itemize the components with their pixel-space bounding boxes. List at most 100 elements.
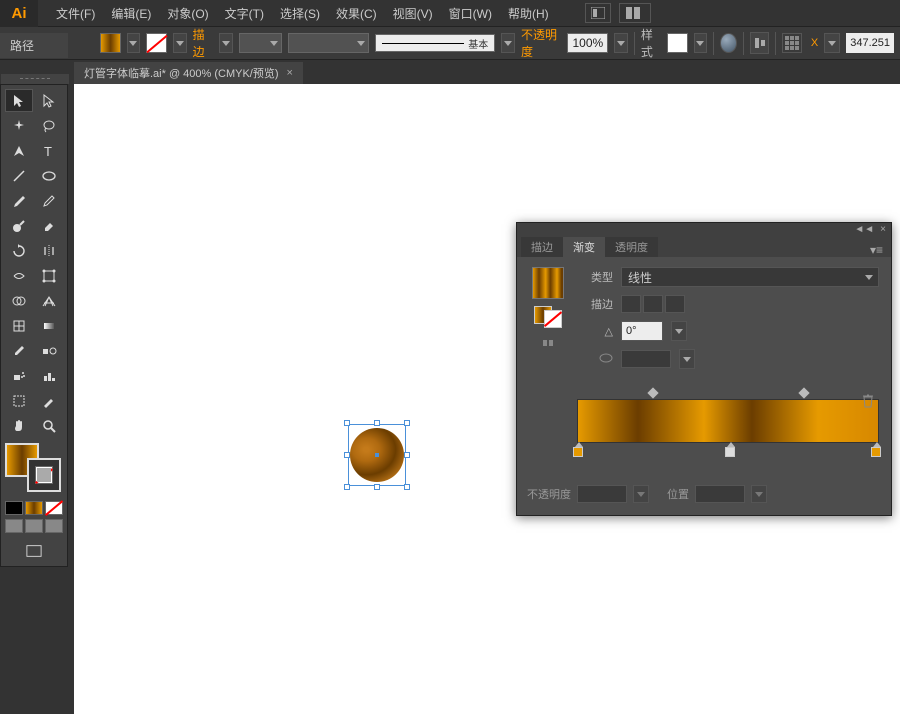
doc-layout-icon[interactable] [585,3,611,23]
color-mode-gradient[interactable] [25,501,43,515]
var-width-profile-dropdown[interactable] [288,33,369,53]
color-mode-solid[interactable] [5,501,23,515]
paintbrush-tool[interactable] [5,189,33,212]
gradient-fillstroke-toggle[interactable] [534,306,562,328]
stop-opacity-input[interactable] [577,485,627,503]
stop-opacity-arrow[interactable] [633,485,649,503]
resize-handle[interactable] [404,484,410,490]
coord-x-input[interactable]: 347.251 [846,33,894,53]
resize-handle[interactable] [344,484,350,490]
gradient-stop[interactable] [725,445,737,457]
gradient-bar[interactable] [577,399,879,443]
eyedropper-tool[interactable] [5,339,33,362]
stroke-indicator[interactable] [27,458,61,492]
stop-location-input[interactable] [695,485,745,503]
direct-selection-tool[interactable] [35,89,63,112]
gradient-slider[interactable] [577,377,879,475]
stroke-grad-along-button[interactable] [643,295,663,313]
menu-type[interactable]: 文字(T) [217,5,272,22]
recolor-icon[interactable] [720,33,737,53]
menu-edit[interactable]: 编辑(E) [103,5,159,22]
stroke-weight-dropdown[interactable] [239,33,283,53]
menu-effect[interactable]: 效果(C) [328,5,385,22]
opacity-label[interactable]: 不透明度 [521,26,561,60]
menu-view[interactable]: 视图(V) [385,5,441,22]
fill-swatch-arrow[interactable] [127,33,141,53]
draw-mode-normal[interactable] [5,519,23,533]
stroke-grad-within-button[interactable] [621,295,641,313]
toolbox-grip[interactable] [1,74,69,84]
stroke-swatch-arrow[interactable] [173,33,187,53]
slice-tool[interactable] [35,389,63,412]
symbol-sprayer-tool[interactable] [5,364,33,387]
reflect-tool[interactable] [35,239,63,262]
menu-file[interactable]: 文件(F) [48,5,103,22]
gradient-preview-swatch[interactable] [532,267,564,299]
resize-handle[interactable] [404,452,410,458]
stroke-grad-across-button[interactable] [665,295,685,313]
brush-dropdown-arrow[interactable] [501,33,515,53]
menu-window[interactable]: 窗口(W) [441,5,500,22]
resize-handle[interactable] [374,484,380,490]
stroke-label[interactable]: 描边 [193,26,213,60]
blob-brush-tool[interactable] [5,214,33,237]
coord-x-stepper[interactable] [824,33,840,53]
opacity-arrow[interactable] [614,33,628,53]
gradient-stroke-swatch[interactable] [544,310,562,328]
panel-collapse-icon[interactable]: ◄◄ [854,224,874,235]
color-mode-none[interactable] [45,501,63,515]
style-swatch[interactable] [667,33,688,53]
selected-circle-object[interactable] [348,424,406,486]
tab-gradient[interactable]: 渐变 [563,237,605,257]
selection-tool[interactable] [5,89,33,112]
pen-tool[interactable] [5,139,33,162]
panel-header[interactable]: ◄◄ × [517,223,891,235]
blend-tool[interactable] [35,339,63,362]
resize-handle[interactable] [344,420,350,426]
delete-stop-icon[interactable] [861,393,875,409]
line-tool[interactable] [5,164,33,187]
resize-handle[interactable] [374,420,380,426]
document-tab[interactable]: 灯管字体临摹.ai* @ 400% (CMYK/预览) × [74,62,303,84]
tab-stroke[interactable]: 描边 [521,237,563,257]
aspect-arrow[interactable] [679,349,695,369]
zoom-tool[interactable] [35,414,63,437]
stop-location-arrow[interactable] [751,485,767,503]
transform-ref-point[interactable] [782,33,802,53]
tab-transparency[interactable]: 透明度 [605,237,658,257]
perspective-grid-tool[interactable] [35,289,63,312]
mesh-tool[interactable] [5,314,33,337]
close-icon[interactable]: × [287,67,293,79]
gradient-tool[interactable] [35,314,63,337]
free-transform-tool[interactable] [35,264,63,287]
gradient-stop[interactable] [573,445,585,457]
rotate-tool[interactable] [5,239,33,262]
menu-object[interactable]: 对象(O) [159,5,216,22]
midpoint-diamond[interactable] [648,387,659,398]
gradient-stop[interactable] [871,445,883,457]
align-button[interactable] [750,32,769,54]
draw-mode-behind[interactable] [25,519,43,533]
angle-arrow[interactable] [671,321,687,341]
gradient-type-select[interactable]: 线性 [621,267,879,287]
angle-input[interactable]: 0° [621,321,663,341]
menu-help[interactable]: 帮助(H) [500,5,557,22]
fill-swatch[interactable] [100,33,121,53]
reverse-gradient-icon[interactable] [540,335,556,351]
panel-close-icon[interactable]: × [880,224,886,235]
shape-builder-tool[interactable] [5,289,33,312]
stroke-weight-stepper[interactable] [219,33,233,53]
hand-tool[interactable] [5,414,33,437]
magic-wand-tool[interactable] [5,114,33,137]
artboard-tool[interactable] [5,389,33,412]
menu-select[interactable]: 选择(S) [272,5,328,22]
pencil-tool[interactable] [35,189,63,212]
panel-menu-icon[interactable]: ▾≡ [862,243,891,257]
opacity-input[interactable]: 100% [567,33,608,53]
screen-mode-button[interactable] [5,539,63,562]
column-graph-tool[interactable] [35,364,63,387]
width-tool[interactable] [5,264,33,287]
fill-stroke-indicator[interactable] [5,443,63,493]
eraser-tool[interactable] [35,214,63,237]
type-tool[interactable]: T [35,139,63,162]
